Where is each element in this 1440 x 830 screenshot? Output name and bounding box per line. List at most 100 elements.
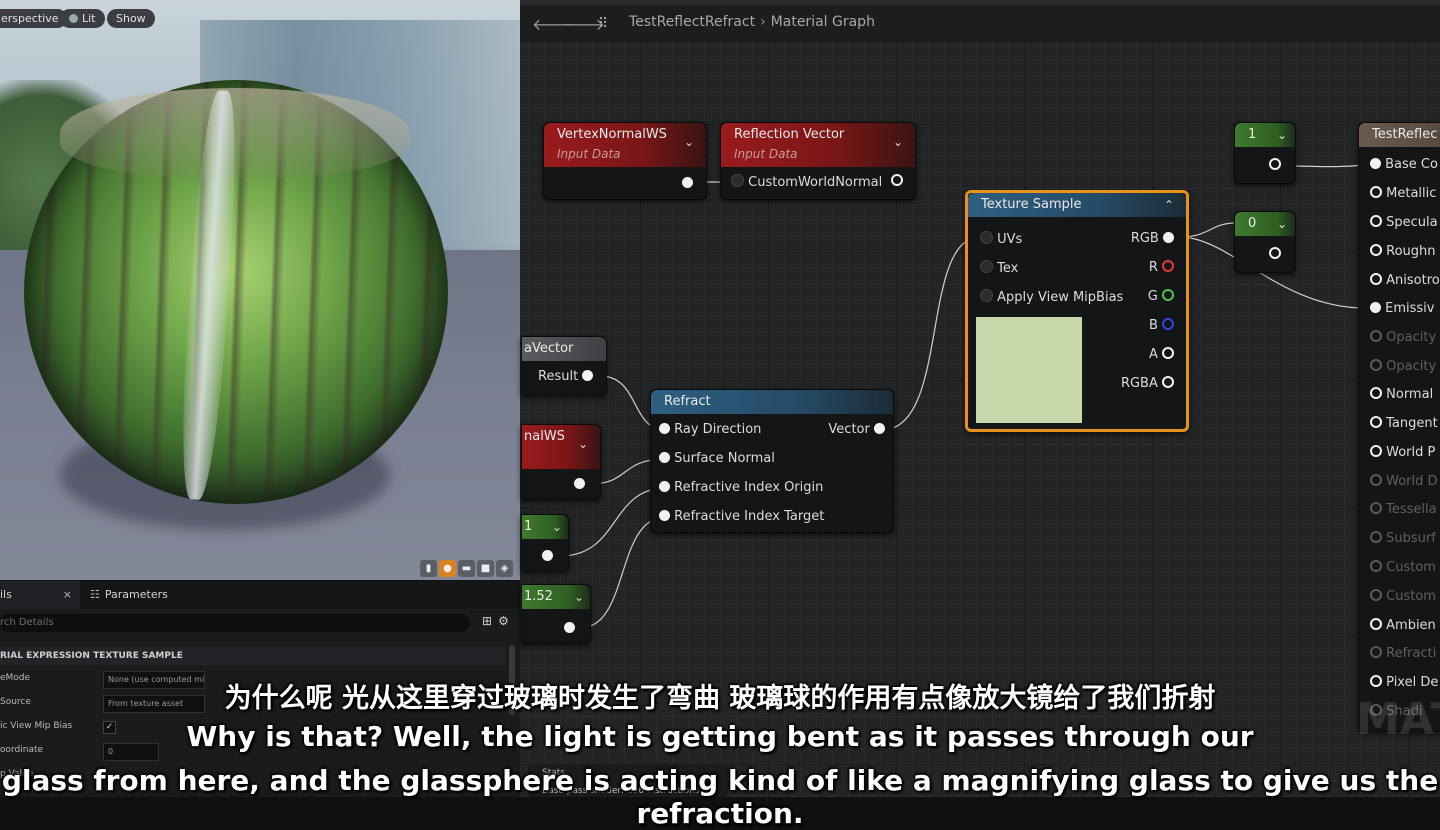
output-pin[interactable] <box>682 176 693 191</box>
pin-ring <box>1370 186 1382 198</box>
cube-icon[interactable]: ■ <box>477 560 494 577</box>
result-pin-refraction[interactable]: Refracti <box>1370 646 1436 661</box>
pin-ring <box>1162 260 1174 272</box>
tab-parameters[interactable]: ☷ Parameters <box>80 581 168 609</box>
pin-label: Apply View MipBias <box>997 290 1124 305</box>
pin-label: UVs <box>997 232 1023 247</box>
pin-label: Refractive Index Target <box>674 509 825 524</box>
chevron-down-icon[interactable]: ⌄ <box>1277 212 1287 236</box>
tab-details[interactable]: ils × <box>0 581 80 609</box>
pin-ring <box>1370 330 1382 342</box>
texture-preview-thumbnail <box>976 317 1082 423</box>
pin-label: RGBA <box>1120 376 1158 391</box>
gear-icon[interactable]: ⚙ <box>498 614 515 628</box>
pin-label: Surface Normal <box>674 451 775 466</box>
grid-icon[interactable]: ⊞ <box>482 614 498 628</box>
chevron-down-icon[interactable]: ⌄ <box>578 437 588 451</box>
parameters-icon: ☷ <box>90 588 100 601</box>
node-reflection-vector[interactable]: Reflection Vector Input Data ⌄ CustomWorld… <box>720 122 916 200</box>
node-constant-left-1[interactable]: 1 ⌄ <box>521 514 569 572</box>
output-pin[interactable] <box>542 549 553 564</box>
node-vertex-normal-ws[interactable]: VertexNormalWS Input Data ⌄ <box>543 122 707 200</box>
input-pin-custom-world-normal[interactable]: CustomWorldNormal <box>731 174 882 190</box>
result-pin-tessellation[interactable]: Tessella <box>1370 502 1437 517</box>
output-pin[interactable] <box>1269 247 1281 262</box>
input-pin-uvs[interactable]: UVs <box>980 231 1022 247</box>
pin-ring <box>1370 273 1382 285</box>
chevron-down-icon[interactable]: ⌄ <box>893 135 903 149</box>
result-pin-normal[interactable]: Normal <box>1370 387 1433 402</box>
pin-ring <box>1370 502 1382 514</box>
node-constant-1[interactable]: 1 ⌄ <box>1234 122 1296 184</box>
result-pin-anisotropy[interactable]: Anisotro <box>1370 273 1440 288</box>
pin-ring <box>1370 646 1382 658</box>
output-pin-r[interactable]: R <box>1149 260 1174 275</box>
pin-ring <box>1370 244 1382 256</box>
output-pin[interactable] <box>574 477 585 492</box>
section-title: RIAL EXPRESSION TEXTURE SAMPLE <box>0 651 183 661</box>
pin-dot <box>582 370 594 381</box>
result-pin-custom-0[interactable]: Custom <box>1370 560 1436 575</box>
output-pin-vector[interactable]: Vector <box>828 422 885 437</box>
pin-ring <box>1269 158 1281 170</box>
node-title: nalWS <box>524 429 565 444</box>
output-pin-g[interactable]: G <box>1148 289 1174 304</box>
section-header[interactable]: RIAL EXPRESSION TEXTURE SAMPLE <box>0 647 505 665</box>
chevron-down-icon[interactable]: ⌄ <box>684 135 694 149</box>
node-constant-0[interactable]: 0 ⌄ <box>1234 211 1296 273</box>
node-title: Texture Sample <box>981 197 1082 212</box>
pin-ring <box>1162 347 1174 359</box>
output-pin[interactable] <box>1269 158 1281 173</box>
output-pin-rgba[interactable]: RGBA <box>1121 376 1174 391</box>
output-pin[interactable] <box>891 174 903 189</box>
input-pin-apply-view-mipbias[interactable]: Apply View MipBias <box>980 289 1123 305</box>
plane-icon[interactable]: ▬ <box>458 560 475 577</box>
pin-dot <box>659 510 670 521</box>
output-pin-rgb[interactable]: RGB <box>1131 231 1174 246</box>
output-pin-result[interactable]: Result <box>538 369 594 384</box>
result-pin-subsurface[interactable]: Subsurf <box>1370 531 1436 546</box>
result-pin-metallic[interactable]: Metallic <box>1370 186 1436 201</box>
output-pin-a[interactable]: A <box>1149 347 1174 362</box>
result-pin-tangent[interactable]: Tangent <box>1370 416 1438 431</box>
result-pin-roughness[interactable]: Roughn <box>1370 244 1436 259</box>
pin-ring <box>1162 289 1174 301</box>
node-texture-sample[interactable]: Texture Sample ⌃ UVs Tex Apply View MipBi… <box>965 190 1189 432</box>
cylinder-icon[interactable]: ▮ <box>420 560 437 577</box>
output-pin-b[interactable]: B <box>1149 318 1174 333</box>
chevron-down-icon[interactable]: ⌄ <box>1277 123 1287 147</box>
input-pin-refractive-index-origin[interactable]: Refractive Index Origin <box>659 480 823 495</box>
result-pin-base-color[interactable]: Base Co <box>1370 157 1438 172</box>
details-search-input[interactable]: rch Details <box>0 614 470 632</box>
chevron-down-icon[interactable]: ⌄ <box>574 585 584 609</box>
result-pin-world-displacement[interactable]: World D <box>1370 474 1438 489</box>
pin-ring <box>1370 387 1382 399</box>
chevron-up-icon[interactable]: ⌃ <box>1164 193 1174 217</box>
close-icon[interactable]: × <box>63 581 72 609</box>
result-pin-world-position-offset[interactable]: World P <box>1370 445 1435 460</box>
output-pin[interactable] <box>564 621 575 636</box>
material-preview-viewport[interactable]: erspective Lit Show ▮ ● ▬ ■ ◈ <box>0 0 520 580</box>
node-camera-vector[interactable]: aVector Result <box>521 336 607 396</box>
result-pin-custom-1[interactable]: Custom <box>1370 589 1436 604</box>
custom-mesh-icon[interactable]: ◈ <box>496 560 513 577</box>
pin-label: World D <box>1386 474 1438 489</box>
sphere-icon[interactable]: ● <box>439 560 456 577</box>
result-pin-opacity-mask[interactable]: Opacity <box>1370 359 1436 374</box>
result-pin-specular[interactable]: Specula <box>1370 215 1438 230</box>
result-pin-ambient-occlusion[interactable]: Ambien <box>1370 618 1436 633</box>
perspective-button[interactable]: erspective <box>0 9 68 28</box>
show-button[interactable]: Show <box>107 9 155 28</box>
node-vertex-normal-ws-2[interactable]: nalWS ⌄ <box>521 424 601 500</box>
result-pin-opacity[interactable]: Opacity <box>1370 330 1436 345</box>
input-pin-tex[interactable]: Tex <box>980 260 1018 276</box>
result-pin-emissive[interactable]: Emissiv <box>1370 301 1434 316</box>
show-label: Show <box>116 12 146 25</box>
chevron-down-icon[interactable]: ⌄ <box>552 515 562 539</box>
input-pin-refractive-index-target[interactable]: Refractive Index Target <box>659 509 824 524</box>
input-pin-surface-normal[interactable]: Surface Normal <box>659 451 775 466</box>
node-refract[interactable]: Refract Ray Direction Surface Normal Ref… <box>650 389 894 533</box>
node-constant-1-52[interactable]: 1.52 ⌄ <box>521 584 591 644</box>
lit-mode-button[interactable]: Lit <box>60 9 105 28</box>
input-pin-ray-direction[interactable]: Ray Direction <box>659 422 761 437</box>
